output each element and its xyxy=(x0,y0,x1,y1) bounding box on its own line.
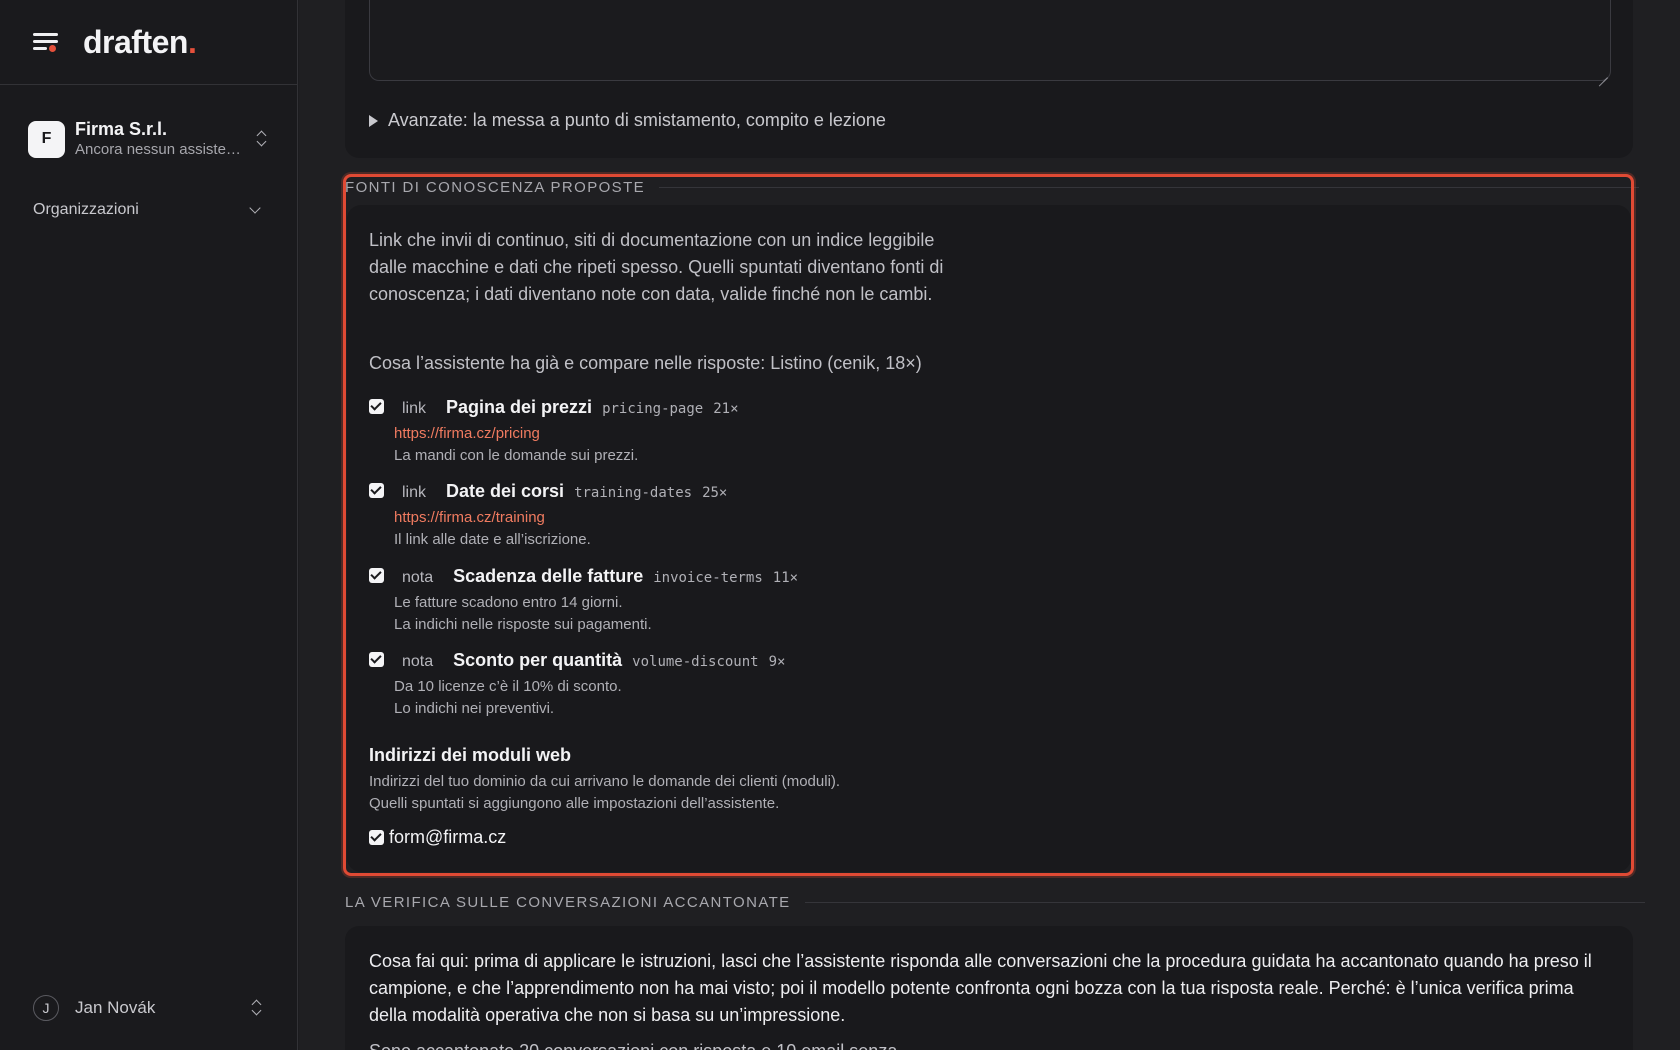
org-avatar: F xyxy=(28,120,65,158)
resize-grip-icon[interactable] xyxy=(1598,68,1608,78)
sidebar-item-organizzazioni[interactable]: Organizzazioni xyxy=(33,198,263,222)
user-switcher[interactable]: J Jan Novák xyxy=(33,994,263,1022)
highlight-frame xyxy=(343,174,1634,876)
brand-logo[interactable]: draften. xyxy=(83,24,197,61)
chevron-updown-icon xyxy=(256,130,268,148)
chevron-down-icon xyxy=(249,202,261,214)
avatar: J xyxy=(33,995,59,1021)
instructions-textarea[interactable] xyxy=(369,0,1611,81)
org-subtitle: Ancora nessun assistente xyxy=(75,141,245,158)
org-switcher[interactable]: F Firma S.r.l. Ancora nessun assistente xyxy=(28,117,268,161)
chevron-updown-icon xyxy=(251,999,263,1017)
verify-card: Cosa fai qui: prima di applicare le istr… xyxy=(345,926,1633,1050)
advanced-label: Avanzate: la messa a punto di smistament… xyxy=(388,110,886,130)
verify-section-title: LA VERIFICA SULLE CONVERSAZIONI ACCANTON… xyxy=(345,894,1645,911)
verify-cut-line: Sono accantonate 20 conversazioni con ri… xyxy=(369,1041,897,1050)
advanced-toggle[interactable]: Avanzate: la messa a punto di smistament… xyxy=(369,110,886,131)
main-content: Avanzate: la messa a punto di smistament… xyxy=(299,0,1680,1050)
sidebar-item-label: Organizzazioni xyxy=(33,201,139,218)
disclosure-triangle-icon xyxy=(369,114,378,127)
user-name: Jan Novák xyxy=(75,998,156,1017)
verify-text: Cosa fai qui: prima di applicare le istr… xyxy=(369,951,1592,1025)
org-name: Firma S.r.l. xyxy=(75,119,168,139)
sidebar-header: draften. xyxy=(0,0,297,85)
menu-icon[interactable] xyxy=(33,31,59,53)
sidebar: draften. F Firma S.r.l. Ancora nessun as… xyxy=(0,0,298,1050)
instructions-card: Avanzate: la messa a punto di smistament… xyxy=(345,0,1633,158)
